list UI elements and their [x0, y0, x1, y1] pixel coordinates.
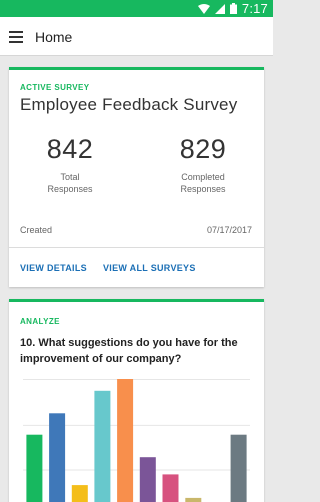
status-bar: 7:17 [0, 0, 273, 17]
view-details-button[interactable]: VIEW DETAILS [20, 263, 87, 273]
chart-bar-7[interactable] [162, 474, 179, 502]
page-title: Home [35, 29, 73, 45]
analyze-card[interactable]: ANALYZE 10. What suggestions do you have… [9, 299, 264, 502]
created-date: 07/17/2017 [206, 225, 252, 235]
menu-icon[interactable] [9, 31, 23, 43]
active-survey-label: ACTIVE SURVEY [20, 83, 90, 92]
chart-bar-10[interactable] [230, 434, 247, 502]
total-responses-count: 842 [46, 134, 94, 164]
completed-responses-count: 829 [179, 134, 227, 164]
total-responses-stat: 842 Total Responses [15, 134, 125, 195]
card-divider [9, 247, 264, 248]
battery-icon [229, 3, 237, 14]
completed-responses-label: Completed Responses [180, 172, 226, 194]
status-icons: 7:17 [197, 1, 268, 16]
completed-responses-stat: 829 Completed Responses [148, 134, 258, 195]
status-time: 7:17 [241, 1, 268, 16]
analyze-label: ANALYZE [20, 317, 60, 326]
wifi-icon [197, 3, 210, 14]
chart-bar-4[interactable] [94, 390, 111, 502]
app-bar: Home [0, 17, 273, 56]
created-label: Created [20, 225, 53, 235]
chart-bar-2[interactable] [49, 413, 66, 502]
cell-signal-icon [214, 3, 225, 14]
view-all-surveys-button[interactable]: VIEW ALL SURVEYS [103, 263, 196, 273]
survey-title: Employee Feedback Survey [20, 95, 238, 114]
active-survey-card[interactable]: ACTIVE SURVEY Employee Feedback Survey 8… [9, 67, 264, 287]
response-bar-chart [23, 379, 250, 502]
chart-bar-5[interactable] [117, 379, 134, 502]
total-responses-label: Total Responses [47, 172, 93, 194]
chart-bar-6[interactable] [139, 457, 156, 502]
question-text: 10. What suggestions do you have for the… [20, 337, 238, 365]
chart-bar-1[interactable] [26, 434, 43, 502]
chart-bar-3[interactable] [71, 485, 88, 502]
chart-bar-8[interactable] [185, 497, 202, 502]
